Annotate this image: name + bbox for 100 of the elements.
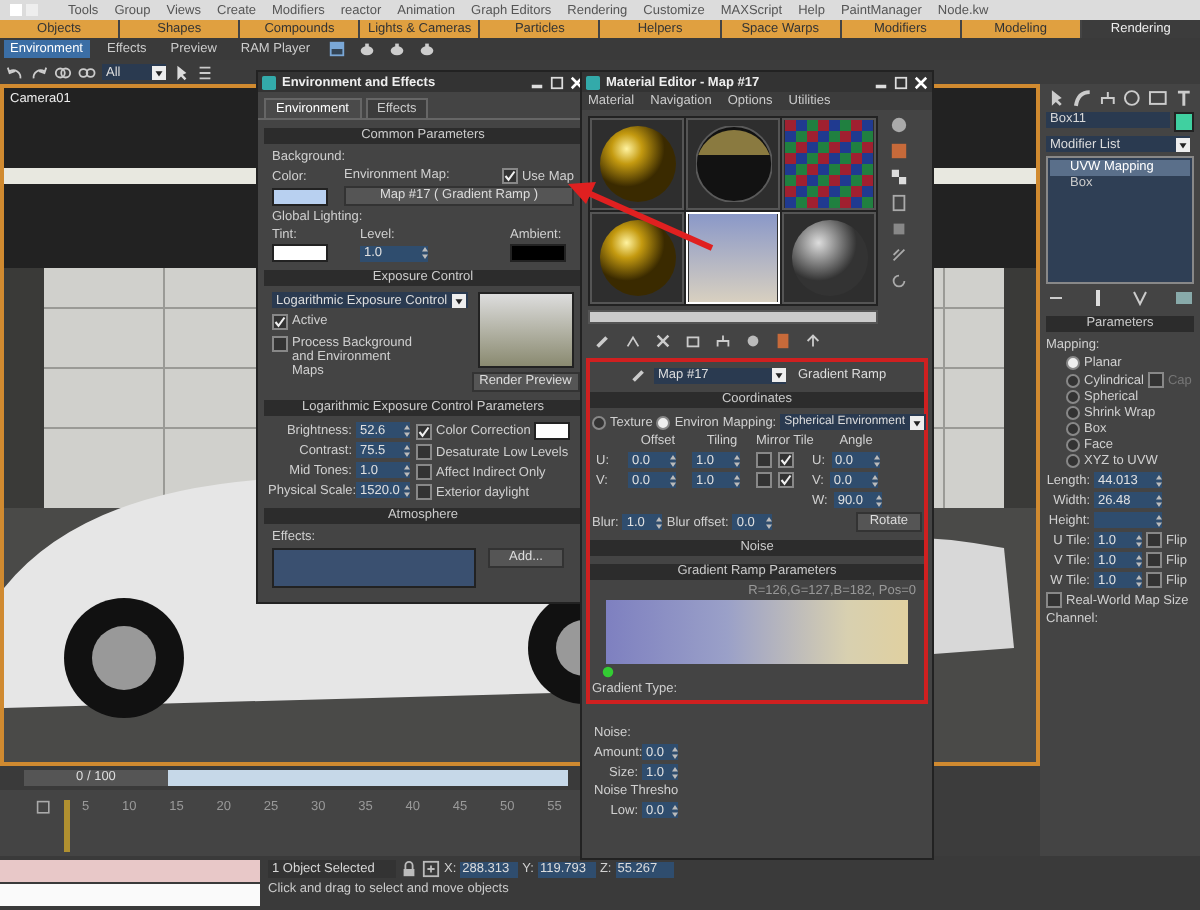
radio-button[interactable] bbox=[592, 415, 606, 429]
radio-button[interactable] bbox=[1066, 438, 1080, 452]
sample-slot[interactable] bbox=[590, 212, 684, 304]
cursor-icon[interactable] bbox=[172, 63, 190, 81]
unlink-icon[interactable] bbox=[78, 63, 96, 81]
dropdown-arrow-icon[interactable] bbox=[772, 368, 786, 382]
circle-icon[interactable] bbox=[1122, 88, 1143, 108]
checkbox[interactable] bbox=[778, 472, 794, 488]
spinner-arrows-icon[interactable] bbox=[734, 453, 740, 467]
fork-icon[interactable] bbox=[1131, 288, 1152, 308]
maximize-button[interactable] bbox=[894, 75, 908, 89]
spinner-arrows-icon[interactable] bbox=[670, 453, 676, 467]
hierarchy-icon[interactable] bbox=[1097, 88, 1117, 108]
checkbox[interactable] bbox=[1146, 552, 1162, 568]
monitor-icon[interactable] bbox=[1148, 88, 1169, 108]
link-icon[interactable] bbox=[54, 63, 72, 81]
configure-icon[interactable] bbox=[1173, 288, 1194, 308]
background-color-swatch[interactable] bbox=[272, 187, 328, 205]
sample-slot[interactable] bbox=[782, 212, 876, 304]
cube-icon[interactable] bbox=[684, 332, 702, 350]
teapot-icon[interactable] bbox=[388, 40, 407, 58]
checkbox[interactable] bbox=[1147, 372, 1164, 388]
spinner-arrows-icon[interactable] bbox=[734, 473, 740, 487]
checkbox[interactable] bbox=[416, 423, 432, 439]
rotate-icon[interactable] bbox=[890, 272, 908, 290]
checkbox[interactable] bbox=[756, 452, 772, 468]
spinner-arrows-icon[interactable] bbox=[1156, 473, 1162, 487]
cursor-icon[interactable] bbox=[1046, 88, 1066, 108]
spinner-arrows-icon[interactable] bbox=[672, 765, 678, 779]
image-icon[interactable] bbox=[328, 40, 347, 58]
radio-button[interactable] bbox=[1066, 390, 1080, 404]
go-parent-icon[interactable] bbox=[804, 332, 822, 350]
key-icon[interactable] bbox=[36, 800, 52, 816]
delete-icon[interactable] bbox=[654, 332, 672, 350]
spinner-arrows-icon[interactable] bbox=[670, 473, 676, 487]
spinner-arrows-icon[interactable] bbox=[672, 745, 678, 759]
script-listener-field[interactable] bbox=[0, 860, 260, 882]
redo-icon[interactable] bbox=[30, 63, 48, 81]
undo-icon[interactable] bbox=[6, 63, 24, 81]
checkbox[interactable] bbox=[416, 444, 432, 460]
checkbox[interactable] bbox=[272, 314, 288, 330]
radio-button[interactable] bbox=[1066, 373, 1080, 387]
checker-icon[interactable] bbox=[890, 168, 908, 186]
checkbox[interactable] bbox=[1146, 572, 1162, 588]
teapot-icon[interactable] bbox=[358, 40, 377, 58]
spinner-arrows-icon[interactable] bbox=[871, 473, 878, 487]
options-icon[interactable] bbox=[890, 246, 908, 264]
list-icon[interactable] bbox=[196, 63, 214, 81]
color-correction-swatch[interactable] bbox=[534, 422, 571, 440]
sample-slot[interactable] bbox=[590, 118, 684, 210]
close-button[interactable] bbox=[570, 75, 584, 89]
radio-button[interactable] bbox=[1066, 422, 1080, 436]
sample-slot[interactable] bbox=[686, 118, 780, 210]
ambient-color-swatch[interactable] bbox=[510, 244, 566, 262]
spinner-arrows-icon[interactable] bbox=[404, 483, 410, 497]
checkbox[interactable] bbox=[1046, 592, 1062, 608]
radio-button[interactable] bbox=[1066, 406, 1080, 420]
gradient-flag-icon[interactable] bbox=[602, 666, 614, 678]
hierarchy-icon[interactable] bbox=[714, 332, 732, 350]
radio-button[interactable] bbox=[1066, 356, 1080, 370]
radio-button[interactable] bbox=[656, 415, 671, 429]
checkbox[interactable] bbox=[756, 472, 772, 488]
spinner-arrows-icon[interactable] bbox=[422, 246, 428, 260]
checkbox[interactable] bbox=[778, 452, 794, 468]
spinner-arrows-icon[interactable] bbox=[875, 493, 882, 507]
hammer-icon[interactable] bbox=[1174, 88, 1194, 108]
spinner-arrows-icon[interactable] bbox=[404, 423, 410, 437]
maximize-button[interactable] bbox=[550, 75, 564, 89]
teapot-icon[interactable] bbox=[418, 40, 437, 58]
spinner-arrows-icon[interactable] bbox=[766, 515, 773, 529]
tint-color-swatch[interactable] bbox=[272, 244, 328, 262]
transform-mode-icon[interactable] bbox=[422, 860, 440, 878]
spinner-arrows-icon[interactable] bbox=[873, 453, 879, 467]
spinner-arrows-icon[interactable] bbox=[1136, 573, 1142, 587]
sphere-icon[interactable] bbox=[744, 332, 762, 350]
close-button[interactable] bbox=[914, 75, 928, 89]
dropdown-arrow-icon[interactable] bbox=[909, 415, 923, 429]
dropdown-arrow-icon[interactable] bbox=[1176, 137, 1190, 151]
backlight-icon[interactable] bbox=[890, 142, 908, 160]
dropdown-arrow-icon[interactable] bbox=[451, 293, 466, 307]
spinner-arrows-icon[interactable] bbox=[404, 463, 410, 477]
spinner-arrows-icon[interactable] bbox=[1156, 493, 1162, 507]
sphere-icon[interactable] bbox=[890, 116, 908, 134]
spinner-arrows-icon[interactable] bbox=[1156, 513, 1162, 527]
spinner-arrows-icon[interactable] bbox=[672, 803, 678, 817]
tiling-icon[interactable] bbox=[890, 194, 908, 212]
checkbox[interactable] bbox=[1146, 532, 1162, 548]
spinner-arrows-icon[interactable] bbox=[404, 443, 410, 457]
map-icon[interactable] bbox=[774, 332, 792, 350]
object-color-swatch[interactable] bbox=[1174, 112, 1194, 132]
put-material-icon[interactable] bbox=[624, 332, 642, 350]
spinner-field[interactable] bbox=[1094, 512, 1162, 528]
checkbox[interactable] bbox=[501, 168, 518, 184]
checkbox[interactable] bbox=[416, 484, 432, 500]
script-output-field[interactable] bbox=[0, 884, 260, 906]
lock-icon[interactable] bbox=[400, 860, 418, 878]
spinner-arrows-icon[interactable] bbox=[1136, 533, 1142, 547]
radio-button[interactable] bbox=[1066, 454, 1080, 468]
horizontal-scrollbar[interactable] bbox=[588, 310, 878, 324]
bend-icon[interactable] bbox=[1071, 88, 1092, 108]
